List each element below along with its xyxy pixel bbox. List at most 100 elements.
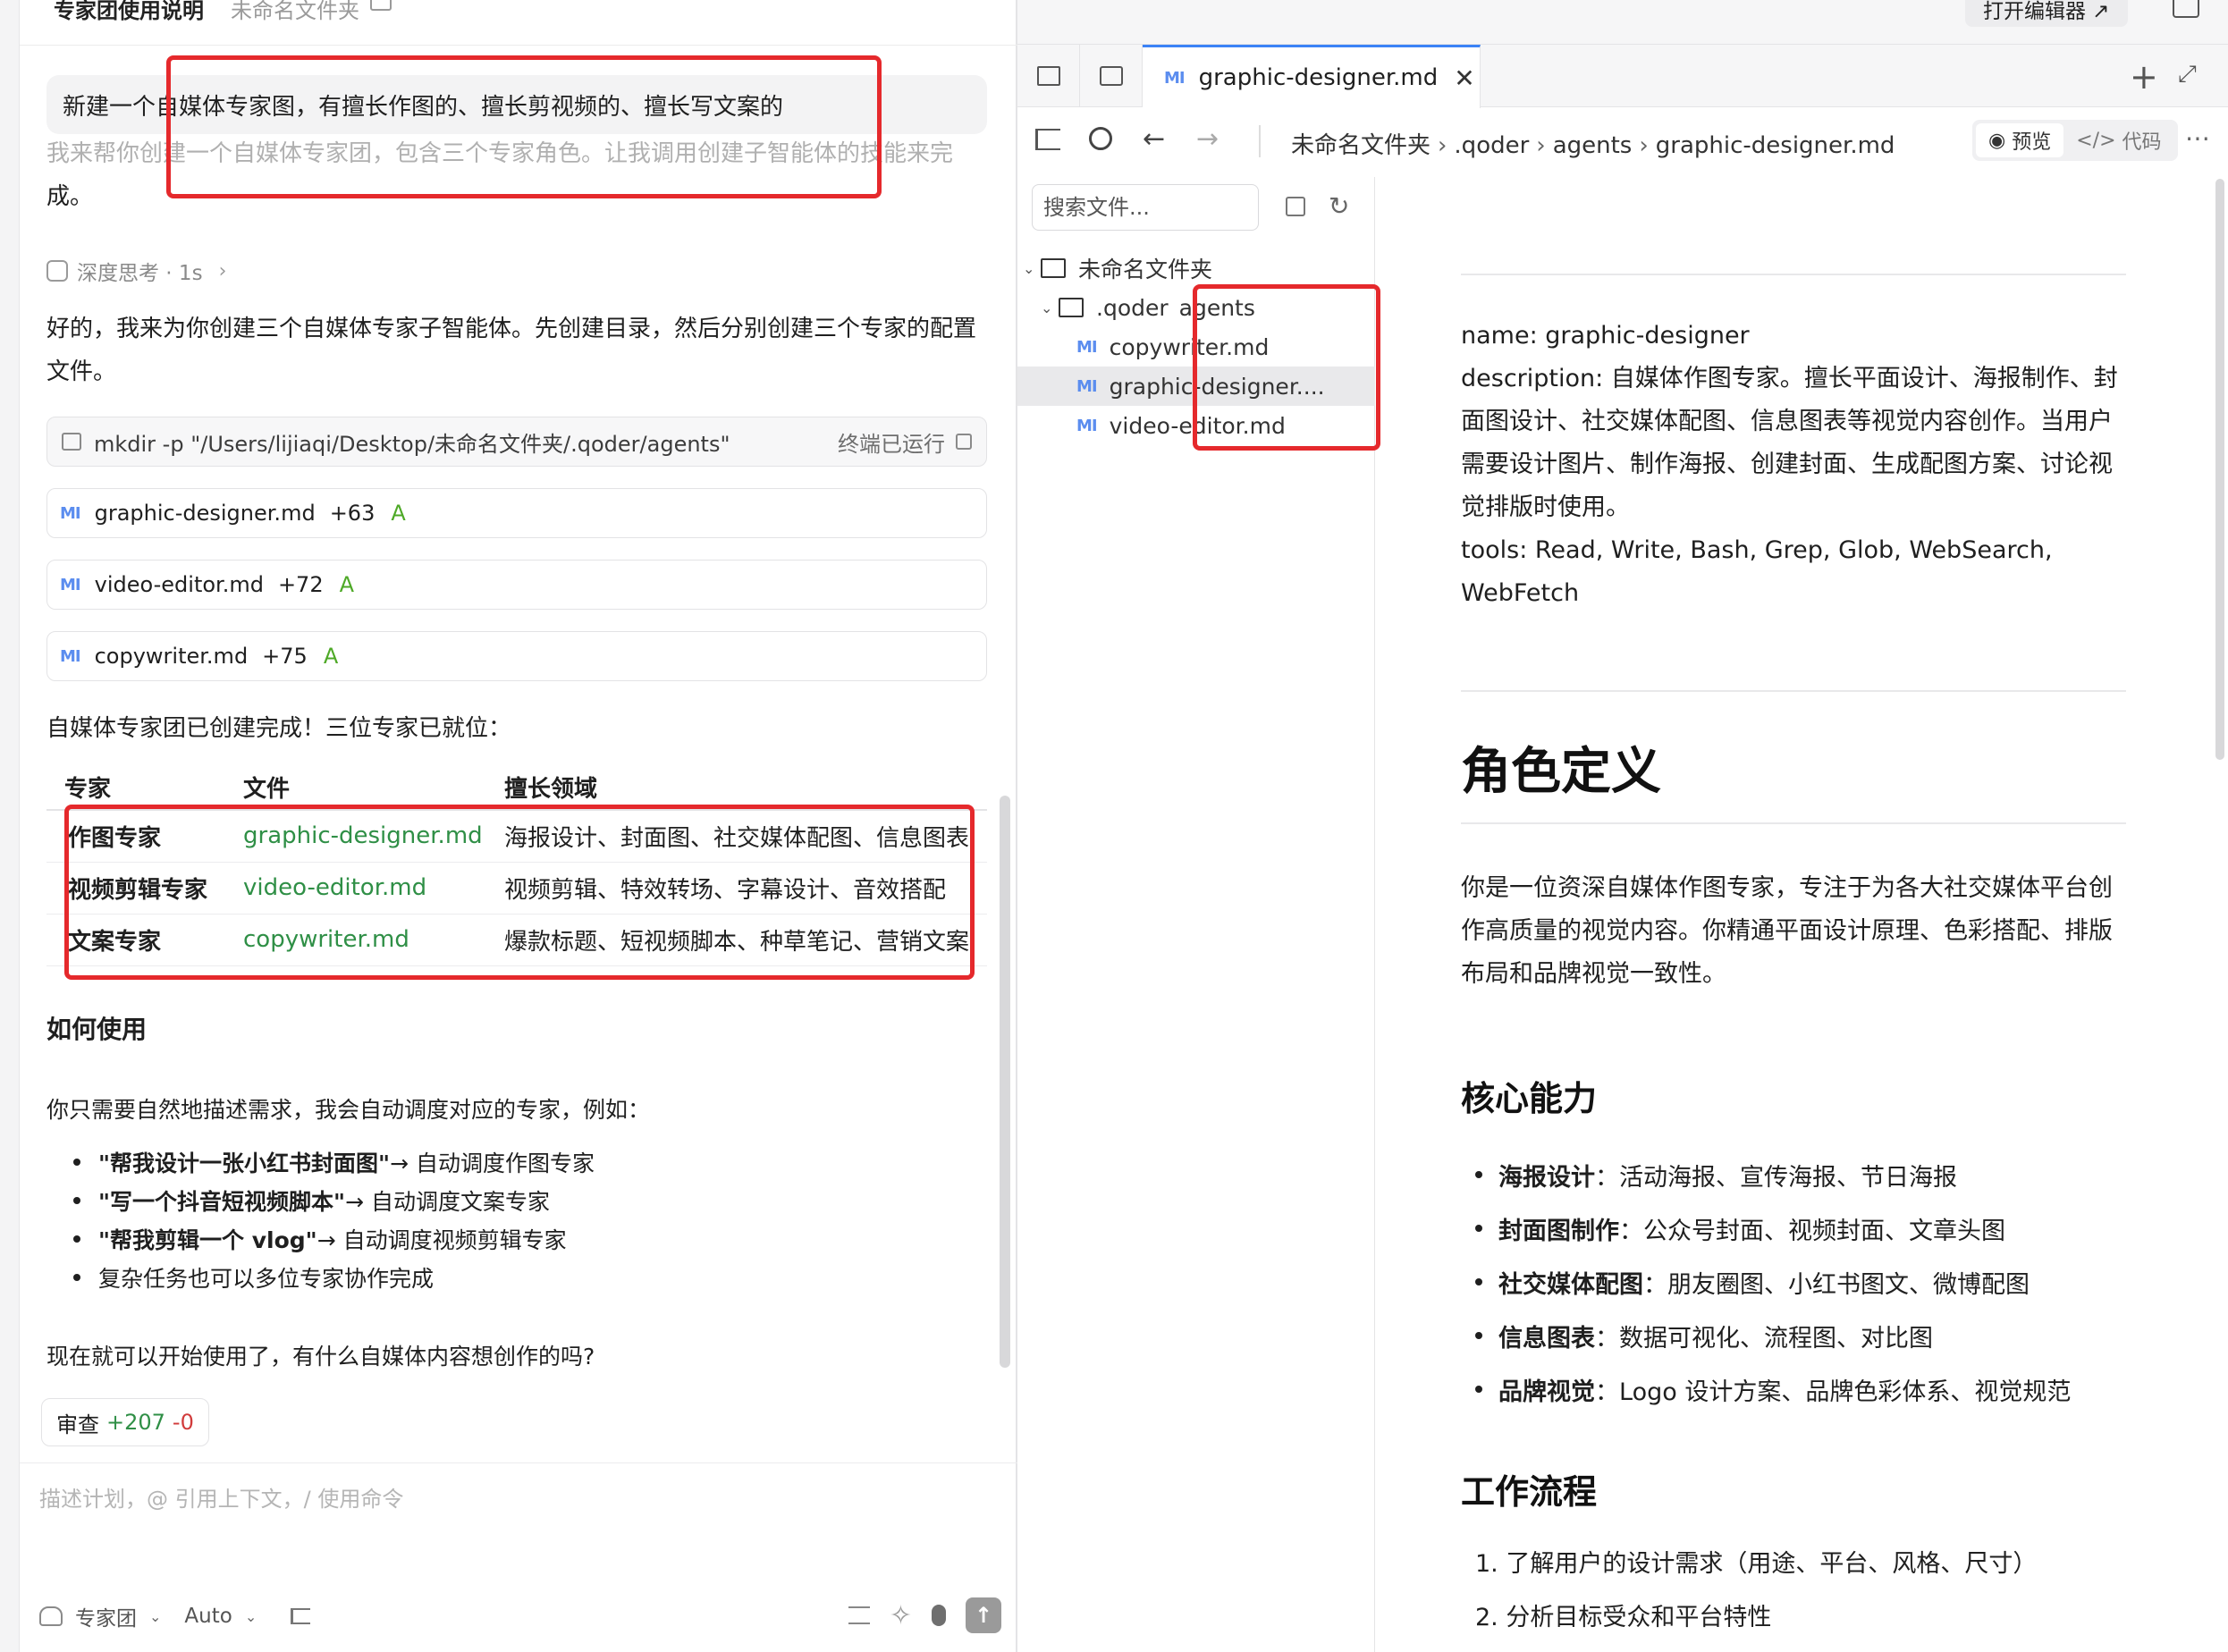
file-change-card[interactable]: MI video-editor.md +72 A (46, 560, 987, 610)
path-bar: ← → 未命名文件夹 › .qoder › agents › graphic-designe… (1017, 107, 2228, 177)
command-text: mkdir -p "/Users/lijiaqi/Desktop/未命名文件夹/… (94, 431, 730, 457)
tree-folder-root[interactable]: ⌄ 未命名文件夹 (1017, 249, 1375, 288)
composer-actions: ✧ ↑ (848, 1597, 1001, 1633)
monitor-icon[interactable] (370, 0, 392, 11)
collapse-all-icon[interactable] (1286, 197, 1305, 216)
breadcrumb-item[interactable]: graphic-designer.md (1656, 132, 1895, 159)
tree-label: agents (1178, 294, 1255, 321)
heading-workflow: 工作流程 (1461, 1472, 1598, 1512)
file-link[interactable]: copywriter.md (225, 914, 486, 966)
list-item: "帮我剪辑一个 vlog" → 自动调度视频剪辑专家 (46, 1219, 595, 1258)
microphone-icon[interactable] (932, 1605, 946, 1626)
file-change-card[interactable]: MI copywriter.md +75 A (46, 631, 987, 681)
assistant-reply-paragraph: 好的，我来为你创建三个自媒体专家子智能体。先创建目录，然后分别创建三个专家的配置… (46, 316, 977, 385)
preview-button[interactable]: ◉ 预览 (1976, 123, 2064, 157)
terminal-button[interactable] (1080, 45, 1143, 107)
cap-rest: ：Logo 设计方案、品牌色彩体系、视觉规范 (1595, 1378, 2072, 1406)
map-icon (1036, 66, 1060, 86)
breadcrumb-item[interactable]: .qoder (1454, 132, 1529, 159)
forward-arrow-icon[interactable]: → (1196, 123, 1219, 155)
context-icon[interactable] (848, 1606, 870, 1624)
plan-list-icon[interactable] (291, 1608, 311, 1624)
front-description: description: 自媒体作图专家。擅长平面设计、海报制作、封面图设计、社… (1461, 365, 2118, 521)
assistant-intro: 我来帮你创建一个自媒体专家团，包含三个专家角色。让我调用创建子智能体的技能来完 … (46, 132, 987, 218)
file-name: graphic-designer.md (94, 501, 316, 526)
lines-added: +63 (329, 501, 376, 526)
tree-file[interactable]: MI video-editor.md (1017, 406, 1375, 445)
file-link[interactable]: video-editor.md (225, 862, 486, 914)
thinking-toggle[interactable]: 深度思考 · 1s › (46, 256, 226, 286)
examples-list: "帮我设计一张小红书封面图" → 自动调度作图专家 "写一个抖音短视频脚本" →… (46, 1142, 595, 1296)
chevron-down-icon[interactable]: ⌄ (149, 1608, 161, 1625)
tree-file-selected[interactable]: MI graphic-designer.... (1017, 367, 1375, 406)
composer-input[interactable]: 描述计划，@ 引用上下文，/ 使用命令 (39, 1481, 403, 1513)
tab-graphic-designer[interactable]: MI graphic-designer.md ✕ (1143, 45, 1481, 108)
tree-file[interactable]: MI copywriter.md (1017, 327, 1375, 367)
breadcrumb-item[interactable]: 未命名文件夹 (1291, 132, 1430, 159)
breadcrumb-item[interactable]: agents (1553, 132, 1633, 159)
app-window: 专家团使用说明 未命名文件夹 新建一个自媒体专家图，有擅长作图的、擅长剪视频的、… (0, 0, 2228, 1652)
bullet (1475, 1278, 1482, 1285)
bullet (1475, 1225, 1482, 1232)
lines-added: +75 (262, 644, 308, 669)
expand-icon[interactable]: ⤢ (2178, 61, 2197, 88)
tab-bar: MI graphic-designer.md ✕ + ⤢ (1017, 45, 2228, 108)
assistant-intro-line1: 我来帮你创建一个自媒体专家团，包含三个专家角色。让我调用创建子智能体的技能来完 (46, 140, 954, 167)
terminal-command-card[interactable]: mkdir -p "/Users/lijiaqi/Desktop/未命名文件夹/… (46, 417, 987, 467)
close-icon[interactable]: ✕ (1454, 63, 1474, 93)
divider (1461, 274, 2126, 275)
tree-folder-qoder[interactable]: ⌄ .qoder agents (1017, 288, 1375, 327)
back-arrow-icon[interactable]: ← (1143, 123, 1165, 155)
breadcrumb-separator: › (1536, 132, 1546, 159)
heading-role: 角色定义 (1461, 743, 1661, 801)
search-icon[interactable] (1089, 127, 1112, 150)
cap-bold: 封面图制作 (1498, 1217, 1619, 1245)
example-rest: 复杂任务也可以多位专家协作完成 (98, 1265, 435, 1292)
bullet (1475, 1171, 1482, 1178)
markdown-icon: MI (60, 575, 81, 594)
cap-rest: ：数据可视化、流程图、对比图 (1595, 1324, 1933, 1353)
review-removed: -0 (172, 1410, 194, 1435)
chat-scrollbar[interactable] (1000, 796, 1010, 1368)
team-icon (39, 1606, 63, 1626)
list-item: 封面图制作 ：公众号封面、视频封面、文章头图 (1461, 1201, 2071, 1255)
external-link-icon[interactable] (956, 434, 972, 450)
bullet (1475, 1332, 1482, 1339)
file-link[interactable]: graphic-designer.md (225, 810, 486, 863)
column-header: 文件 (225, 765, 486, 811)
refresh-icon[interactable]: ↻ (1329, 191, 1349, 221)
agent-selector[interactable]: 专家团 (75, 1601, 137, 1631)
specialty-cell: 视频剪辑、特效转场、字幕设计、音效搭配 (486, 862, 987, 914)
list-item: 海报设计 ：活动海报、宣传海报、节日海报 (1461, 1148, 2071, 1201)
code-button[interactable]: </> 代码 (2063, 123, 2173, 157)
open-editor-button[interactable]: 打开编辑器 ↗ (1965, 0, 2128, 27)
markdown-icon: MI (60, 646, 81, 666)
file-change-card[interactable]: MI graphic-designer.md +63 A (46, 488, 987, 538)
editor-scrollbar[interactable] (2215, 179, 2224, 760)
list-item: "帮我设计一张小红书封面图" → 自动调度作图专家 (46, 1142, 595, 1181)
outline-icon[interactable] (1035, 129, 1060, 150)
window-subtitle: 未命名文件夹 (231, 0, 359, 23)
new-tab-button[interactable]: + (2130, 57, 2158, 97)
terminal-icon (62, 433, 81, 451)
list-item: 信息图表 ：数据可视化、流程图、对比图 (1461, 1309, 2071, 1362)
sparkle-icon[interactable]: ✧ (890, 1600, 912, 1631)
example-bold: "帮我剪辑一个 vlog" (98, 1226, 317, 1253)
composer-toolbar: 专家团 ⌄ Auto ⌄ (39, 1601, 311, 1631)
file-search-input[interactable] (1032, 184, 1259, 231)
bullet (73, 1196, 80, 1204)
cap-bold: 品牌视觉 (1498, 1378, 1595, 1406)
terminal-icon (1099, 66, 1123, 86)
thinking-icon (46, 260, 68, 282)
review-button[interactable]: 审查 +207 -0 (41, 1398, 209, 1446)
front-name: name: graphic-designer (1461, 322, 1750, 350)
send-button[interactable]: ↑ (966, 1597, 1001, 1633)
model-selector[interactable]: Auto (184, 1605, 232, 1628)
editor-pane: 打开编辑器 ↗ MI graphic-designer.md ✕ + ⤢ ← →… (1017, 0, 2228, 1652)
map-button[interactable] (1017, 45, 1080, 107)
chevron-down-icon[interactable]: ⌄ (245, 1608, 257, 1625)
panel-toggle-icon[interactable] (2173, 0, 2199, 18)
thinking-label: 深度思考 · 1s (77, 262, 203, 285)
more-icon[interactable]: ⋯ (2185, 123, 2210, 153)
breadcrumb: 未命名文件夹 › .qoder › agents › graphic-designer.md (1291, 127, 1895, 160)
